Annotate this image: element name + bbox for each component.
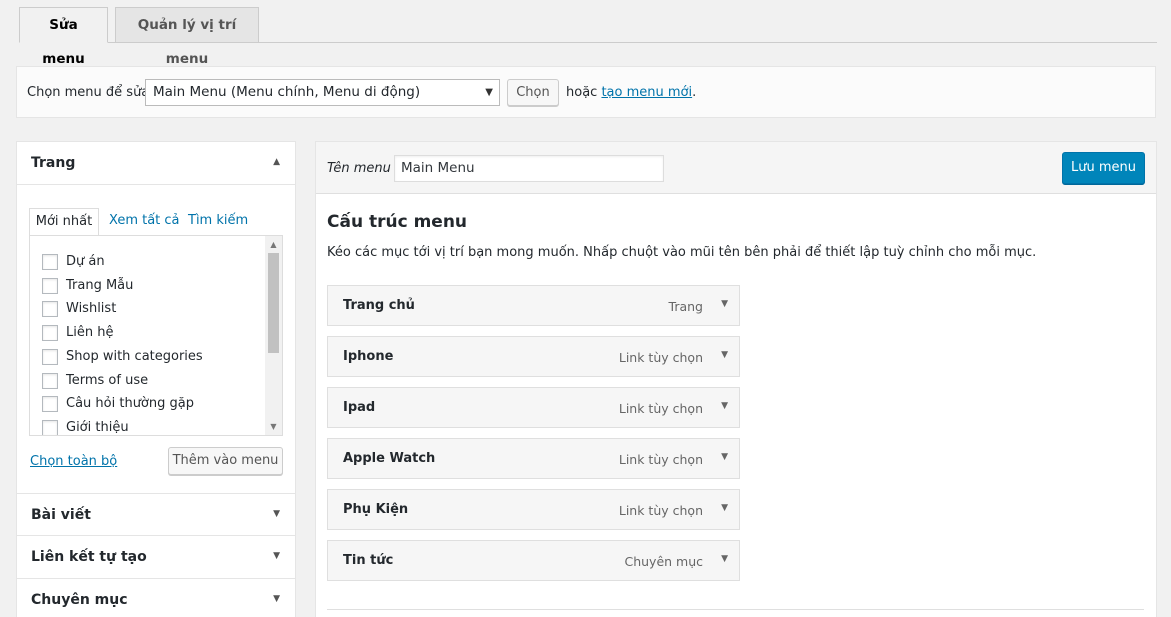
triangle-down-icon[interactable]: ▼ (273, 509, 280, 519)
checkbox[interactable] (42, 301, 58, 317)
menu-item-title: Iphone (343, 349, 394, 364)
select-menu-label: Chọn menu để sửa: (27, 85, 154, 100)
triangle-up-icon[interactable]: ▲ (273, 157, 280, 167)
menu-select[interactable]: Main Menu (Menu chính, Menu di động) ▼ (145, 79, 500, 106)
add-to-menu-button[interactable]: Thêm vào menu (168, 447, 283, 475)
checkbox[interactable] (42, 325, 58, 341)
triangle-down-icon[interactable]: ▼ (721, 554, 728, 564)
menu-item[interactable]: Tin tức Chuyên mục ▼ (327, 540, 740, 581)
menu-item-type: Link tùy chọn (618, 503, 703, 518)
check-label: Dự án (66, 254, 105, 269)
triangle-down-icon[interactable]: ▼ (273, 594, 280, 604)
pages-checklist: Dự án Trang Mẫu Wishlist Liên hệ Shop wi… (29, 235, 283, 436)
checkbox[interactable] (42, 396, 58, 412)
triangle-down-icon[interactable]: ▼ (721, 401, 728, 411)
triangle-down-icon[interactable]: ▼ (721, 299, 728, 309)
checkbox[interactable] (42, 349, 58, 365)
or-create-text: hoặc tạo menu mới. (566, 85, 696, 100)
check-label: Giới thiệu (66, 420, 129, 435)
caret-down-icon: ▼ (485, 87, 493, 98)
menu-edit-panel: Tên menu Main Menu Lưu menu Cấu trúc men… (315, 141, 1157, 617)
triangle-down-icon[interactable]: ▼ (273, 551, 280, 561)
triangle-down-icon[interactable]: ▼ (721, 503, 728, 513)
check-label: Wishlist (66, 301, 117, 316)
menu-name-label: Tên menu (327, 161, 391, 176)
nav-tab-wrapper: Sửa menu Quản lý vị trí menu (19, 7, 1157, 67)
menu-item-title: Phụ Kiện (343, 502, 409, 517)
add-menu-items-accordion: Trang ▲ Mới nhất Xem tất cả Tìm kiếm Dự … (16, 141, 296, 617)
menu-item[interactable]: Apple Watch Link tùy chọn ▼ (327, 438, 740, 479)
menu-item-title: Apple Watch (343, 451, 436, 466)
tab-most-recent[interactable]: Mới nhất (29, 208, 99, 236)
menu-item[interactable]: Iphone Link tùy chọn ▼ (327, 336, 740, 377)
check-label: Shop with categories (66, 349, 203, 364)
menu-item-type: Chuyên mục (624, 554, 703, 569)
triangle-down-icon[interactable]: ▼ (721, 452, 728, 462)
tab-view-all[interactable]: Xem tất cả (109, 208, 180, 236)
menu-select-value: Main Menu (Menu chính, Menu di động) (153, 84, 421, 100)
menu-item[interactable]: Ipad Link tùy chọn ▼ (327, 387, 740, 428)
menu-item-type: Trang (668, 299, 703, 314)
menu-item[interactable]: Phụ Kiện Link tùy chọn ▼ (327, 489, 740, 530)
scroll-up-icon[interactable]: ▲ (265, 236, 282, 253)
menu-item-title: Ipad (343, 400, 376, 415)
select-menu-button[interactable]: Chọn (507, 79, 559, 106)
checkbox[interactable] (42, 278, 58, 294)
menu-item-type: Link tùy chọn (618, 401, 703, 416)
menu-item-type: Link tùy chọn (618, 452, 703, 467)
menu-item[interactable]: Trang chủ Trang ▼ (327, 285, 740, 326)
menu-item-title: Trang chủ (343, 298, 415, 313)
categories-section-title: Chuyên mục (31, 592, 128, 608)
tab-manage-locations[interactable]: Quản lý vị trí menu (115, 7, 259, 67)
checkbox[interactable] (42, 420, 58, 435)
menu-name-input[interactable]: Main Menu (394, 155, 664, 182)
scroll-thumb[interactable] (268, 253, 279, 353)
check-label: Terms of use (66, 373, 149, 388)
menu-item-title: Tin tức (343, 553, 394, 568)
period-text: . (692, 85, 697, 100)
triangle-down-icon[interactable]: ▼ (721, 350, 728, 360)
posts-section-title: Bài viết (31, 507, 91, 523)
tab-edit-menu[interactable]: Sửa menu (19, 7, 108, 67)
menu-structure-title: Cấu trúc menu (327, 212, 468, 232)
scroll-down-icon[interactable]: ▼ (265, 418, 282, 435)
pages-section-title: Trang (31, 155, 76, 171)
select-all-link[interactable]: Chọn toàn bộ (30, 454, 117, 469)
menu-item-type: Link tùy chọn (618, 350, 703, 365)
check-label: Câu hỏi thường gặp (66, 396, 194, 411)
tab-search[interactable]: Tìm kiếm (188, 208, 248, 236)
divider (327, 609, 1144, 610)
checkbox[interactable] (42, 373, 58, 389)
accordion-section-posts[interactable]: Bài viết ▼ (17, 493, 295, 536)
check-label: Liên hệ (66, 325, 114, 340)
menu-header: Tên menu Main Menu Lưu menu (316, 142, 1156, 194)
menu-structure-desc: Kéo các mục tới vị trí bạn mong muốn. Nh… (327, 245, 1037, 260)
accordion-section-pages[interactable]: Trang ▲ (17, 142, 295, 185)
save-menu-button[interactable]: Lưu menu (1062, 152, 1145, 184)
manage-menus-bar: Chọn menu để sửa: Main Menu (Menu chính,… (16, 66, 1156, 118)
custom-links-section-title: Liên kết tự tạo (31, 549, 147, 565)
or-text: hoặc (566, 85, 598, 100)
create-menu-link[interactable]: tạo menu mới (601, 85, 692, 100)
pages-inner-tabs: Mới nhất Xem tất cả Tìm kiếm (29, 208, 282, 236)
accordion-section-custom-links[interactable]: Liên kết tự tạo ▼ (17, 536, 295, 579)
check-label: Trang Mẫu (66, 278, 134, 293)
checkbox[interactable] (42, 254, 58, 270)
checklist-scrollbar[interactable]: ▲ ▼ (265, 236, 282, 435)
accordion-section-categories[interactable]: Chuyên mục ▼ (17, 579, 295, 617)
